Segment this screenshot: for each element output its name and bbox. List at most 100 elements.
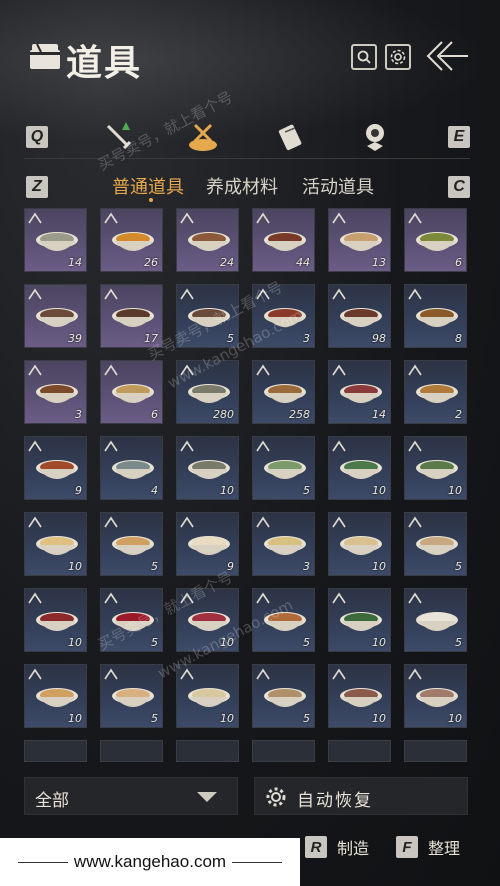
rank-badge-icon [256,592,270,604]
dish-icon [112,384,154,403]
inventory-item-partial[interactable] [252,740,315,762]
inventory-item[interactable]: 280 [176,360,239,424]
sort-hotkey[interactable]: F 整理 [396,835,460,859]
inventory-item[interactable]: 5 [100,512,163,576]
category-tab-scrolls[interactable] [272,118,310,156]
dish-icon [112,612,154,631]
inventory-item[interactable]: 6 [100,360,163,424]
rank-badge-icon [256,288,270,300]
category-tab-equipment[interactable] [100,118,138,156]
dish-icon [264,460,306,479]
active-subtab-indicator [149,198,153,202]
inventory-item[interactable]: 5 [176,284,239,348]
category-tab-food[interactable] [184,118,222,156]
inventory-item-partial[interactable] [24,740,87,762]
inventory-item[interactable]: 10 [328,588,391,652]
inventory-item[interactable]: 14 [328,360,391,424]
search-button[interactable] [351,44,377,70]
rank-badge-icon [180,668,194,680]
category-tab-badges[interactable] [356,118,394,156]
inventory-item[interactable]: 5 [100,588,163,652]
subtab-event-items[interactable]: 活动道具 [302,173,374,199]
inventory-item[interactable]: 5 [252,664,315,728]
dish-icon [340,308,382,327]
inventory-item[interactable]: 44 [252,208,315,272]
dish-icon [340,232,382,251]
rank-badge-icon [332,212,346,224]
item-count: 14 [68,256,82,269]
item-count: 5 [455,560,462,573]
back-arrow-icon[interactable] [420,38,470,74]
inventory-item[interactable]: 26 [100,208,163,272]
item-count: 44 [296,256,310,269]
settings-button[interactable] [385,44,411,70]
inventory-item[interactable]: 10 [328,436,391,500]
inventory-item[interactable]: 5 [252,588,315,652]
inventory-item[interactable]: 14 [24,208,87,272]
inventory-item[interactable]: 98 [328,284,391,348]
dish-icon [188,232,230,251]
inventory-item[interactable]: 10 [176,436,239,500]
inventory-item[interactable]: 13 [328,208,391,272]
item-count: 5 [227,332,234,345]
inventory-item[interactable]: 10 [328,512,391,576]
item-count: 4 [151,484,158,497]
inventory-item[interactable]: 10 [404,664,467,728]
inventory-item[interactable]: 39 [24,284,87,348]
dish-icon [112,232,154,251]
item-count: 10 [220,636,234,649]
auto-restore-button[interactable]: 自动恢复 [254,777,468,815]
rank-badge-icon [332,364,346,376]
inventory-item-partial[interactable] [404,740,467,762]
inventory-item[interactable]: 10 [24,664,87,728]
auto-restore-label: 自动恢复 [297,791,373,811]
chevron-down-icon [197,792,217,802]
inventory-item[interactable]: 10 [176,588,239,652]
item-count: 17 [144,332,158,345]
inventory-item[interactable]: 4 [100,436,163,500]
dish-icon [112,688,154,707]
inventory-item[interactable]: 3 [252,512,315,576]
inventory-item[interactable]: 5 [100,664,163,728]
inventory-item[interactable]: 24 [176,208,239,272]
subtab-normal-items[interactable]: 普通道具 [112,173,184,199]
inventory-item[interactable]: 10 [328,664,391,728]
rank-badge-icon [256,212,270,224]
key-hint-c[interactable]: C [448,176,470,198]
rank-badge-icon [256,364,270,376]
inventory-item[interactable]: 5 [404,512,467,576]
inventory-item[interactable]: 9 [176,512,239,576]
inventory-item-partial[interactable] [176,740,239,762]
inventory-item[interactable]: 3 [24,360,87,424]
craft-hotkey[interactable]: R 制造 [305,835,369,859]
item-count: 8 [455,332,462,345]
subtab-growth-materials[interactable]: 养成材料 [206,173,278,199]
inventory-item-partial[interactable] [100,740,163,762]
inventory-item[interactable]: 9 [24,436,87,500]
item-count: 3 [303,332,310,345]
inventory-item[interactable]: 10 [176,664,239,728]
inventory-item[interactable]: 5 [252,436,315,500]
dish-icon [264,536,306,555]
item-count: 280 [213,408,234,421]
inventory-item[interactable]: 8 [404,284,467,348]
inventory-item[interactable]: 3 [252,284,315,348]
key-hint-e[interactable]: E [448,126,470,148]
key-hint-z[interactable]: Z [26,176,48,198]
key-hint-q[interactable]: Q [26,126,48,148]
inventory-item[interactable]: 17 [100,284,163,348]
inventory-item[interactable]: 10 [24,588,87,652]
inventory-item[interactable]: 10 [24,512,87,576]
dish-icon [188,688,230,707]
rank-badge-icon [104,364,118,376]
inventory-item-partial[interactable] [328,740,391,762]
filter-dropdown[interactable]: 全部 [24,777,238,815]
inventory-item[interactable]: 2 [404,360,467,424]
item-count: 6 [455,256,462,269]
inventory-item[interactable]: 258 [252,360,315,424]
inventory-item[interactable]: 6 [404,208,467,272]
inventory-item[interactable]: 10 [404,436,467,500]
inventory-item[interactable]: 5 [404,588,467,652]
rank-badge-icon [180,364,194,376]
rank-badge-icon [408,516,422,528]
